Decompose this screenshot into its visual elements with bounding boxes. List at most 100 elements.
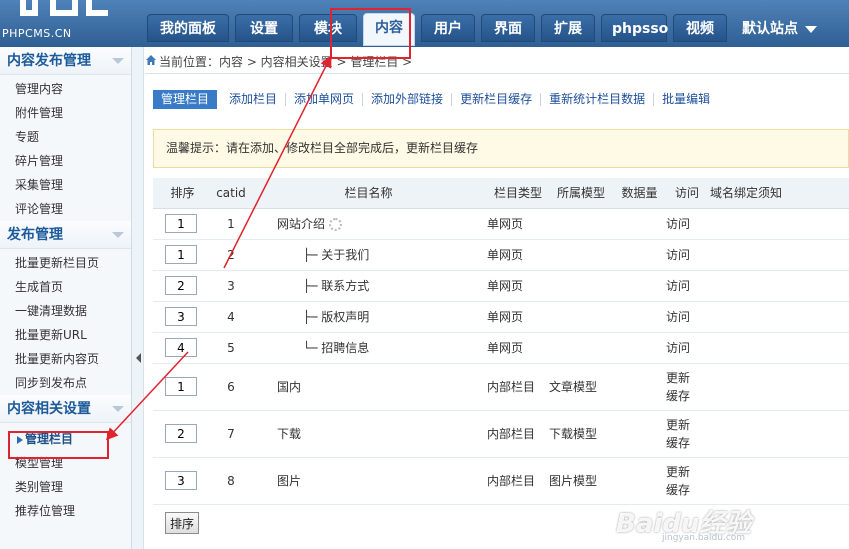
type-link[interactable]: 单网页 (487, 332, 549, 364)
category-name[interactable]: ├─ 版权声明 (250, 301, 487, 333)
tab-video[interactable]: 视频 (673, 14, 727, 42)
type-cell: 内部栏目 (487, 457, 549, 505)
table-row: 3 ├─ 联系方式 单网页 访问 (153, 270, 849, 302)
visit-link[interactable]: 访问 (666, 301, 708, 333)
type-link[interactable]: 单网页 (487, 301, 549, 333)
subnav-update-cache[interactable]: 更新栏目缓存 (452, 93, 542, 106)
sidebar-item-fragments[interactable]: 碎片管理 (0, 149, 131, 173)
order-input[interactable] (165, 214, 197, 233)
site-switcher[interactable]: 默认站点 (742, 18, 817, 38)
sidebar-item-attachments[interactable]: 附件管理 (0, 101, 131, 125)
subnav-manage-category[interactable]: 管理栏目 (153, 90, 218, 109)
logo-mark-icon (20, 0, 110, 24)
category-name[interactable]: 图片 (250, 457, 487, 505)
phpcms-logo[interactable]: PHPCMS.CN (0, 0, 140, 47)
sidebar-group-content-settings[interactable]: 内容相关设置 (0, 395, 131, 423)
table-row: 4 ├─ 版权声明 单网页 访问 (153, 301, 849, 333)
update-cache-link[interactable]: 更新 缓存 (666, 457, 708, 505)
subnav-add-page[interactable]: 添加单网页 (286, 93, 364, 106)
sidebar-item-comments[interactable]: 评论管理 (0, 197, 131, 221)
collapse-arrow-icon[interactable] (112, 58, 124, 64)
site-switcher-label: 默认站点 (742, 21, 798, 37)
sidebar-item-sync-publish[interactable]: 同步到发布点 (0, 371, 131, 395)
order-input[interactable] (165, 377, 197, 396)
catid-cell: 2 (212, 239, 250, 271)
model-cell (549, 332, 613, 364)
tab-users[interactable]: 用户 (421, 14, 475, 42)
domain-cell (708, 457, 849, 505)
model-cell (549, 270, 613, 302)
sidebar-item-batch-update-category[interactable]: 批量更新栏目页 (0, 251, 131, 275)
tab-interface[interactable]: 界面 (481, 14, 535, 42)
annotation-box-content-tab (330, 8, 411, 59)
category-name[interactable]: 下载 (250, 410, 487, 458)
tab-extensions[interactable]: 扩展 (541, 14, 595, 42)
model-cell: 图片模型 (549, 457, 613, 505)
sidebar-item-collection[interactable]: 采集管理 (0, 173, 131, 197)
collapse-arrow-icon[interactable] (112, 232, 124, 238)
sidebar-item-batch-update-content[interactable]: 批量更新内容页 (0, 347, 131, 371)
subnav-batch-edit[interactable]: 批量编辑 (654, 93, 718, 106)
catid-cell: 8 (212, 457, 250, 505)
category-name[interactable]: ├─ 联系方式 (250, 270, 487, 302)
update-cache-link[interactable]: 更新 缓存 (666, 410, 708, 458)
category-name[interactable]: 网站介绍 (277, 217, 325, 231)
order-input[interactable] (165, 424, 197, 443)
sidebar-item-topics[interactable]: 专题 (0, 125, 131, 149)
sidebar-group-publish[interactable]: 发布管理 (0, 221, 131, 249)
domain-cell (708, 410, 849, 458)
type-cell: 内部栏目 (487, 410, 549, 458)
subnav-add-category[interactable]: 添加栏目 (221, 93, 287, 106)
sidebar-toggle[interactable] (132, 47, 144, 549)
visit-link[interactable]: 访问 (666, 332, 708, 364)
type-link[interactable]: 单网页 (487, 208, 549, 240)
watermark-url: jingyan.baidu.com (662, 533, 746, 543)
gear-icon[interactable] (329, 218, 343, 231)
col-count: 数据量 (613, 178, 666, 209)
visit-link[interactable]: 访问 (666, 270, 708, 302)
sidebar-item-types[interactable]: 类别管理 (0, 475, 131, 499)
order-input[interactable] (165, 338, 197, 357)
model-cell: 下载模型 (549, 410, 613, 458)
domain-cell (708, 301, 849, 333)
sidebar-item-generate-home[interactable]: 生成首页 (0, 275, 131, 299)
visit-link[interactable]: 访问 (666, 239, 708, 271)
sidebar-item-manage-content[interactable]: 管理内容 (0, 77, 131, 101)
update-cache-line-1: 更新 (666, 417, 691, 432)
table-row: 2 ├─ 关于我们 单网页 访问 (153, 239, 849, 271)
breadcrumb: 当前位置：内容 > 内容相关设置 > 管理栏目 > (145, 47, 849, 74)
subnav-recount[interactable]: 重新统计栏目数据 (541, 93, 655, 106)
collapse-arrow-icon[interactable] (112, 406, 124, 412)
tab-phpsso[interactable]: phpsso (601, 14, 668, 42)
type-cell: 内部栏目 (487, 363, 549, 411)
tab-my-panel[interactable]: 我的面板 (147, 14, 229, 42)
update-cache-link[interactable]: 更新 缓存 (666, 363, 708, 411)
count-cell (613, 301, 666, 333)
tab-settings[interactable]: 设置 (235, 14, 293, 42)
sidebar-item-batch-update-url[interactable]: 批量更新URL (0, 323, 131, 347)
subnav-add-link[interactable]: 添加外部链接 (363, 93, 453, 106)
sidebar-group-content-publish[interactable]: 内容发布管理 (0, 47, 131, 75)
sidebar-group-title: 内容相关设置 (7, 401, 91, 417)
sidebar-item-clean-data[interactable]: 一键清理数据 (0, 299, 131, 323)
order-input[interactable] (165, 307, 197, 326)
sidebar-group-title: 内容发布管理 (7, 53, 91, 69)
table-row: 7 下载 内部栏目 下载模型 更新缓存 (153, 410, 849, 458)
sub-nav: 管理栏目 添加栏目 添加单网页 添加外部链接 更新栏目缓存 重新统计栏目数据 批… (153, 89, 718, 110)
type-link[interactable]: 单网页 (487, 270, 549, 302)
domain-cell (708, 270, 849, 302)
order-input[interactable] (165, 245, 197, 264)
col-name: 栏目名称 (250, 178, 487, 209)
category-table: 排序 catid 栏目名称 栏目类型 所属模型 数据量 访问 域名绑定须知 1 … (153, 178, 849, 505)
order-input[interactable] (165, 471, 197, 490)
sort-button[interactable]: 排序 (165, 512, 200, 534)
count-cell (613, 208, 666, 240)
category-name[interactable]: ├─ 关于我们 (250, 239, 487, 271)
category-name[interactable]: └─ 招聘信息 (250, 332, 487, 364)
visit-link[interactable]: 访问 (666, 208, 708, 240)
category-name[interactable]: 国内 (250, 363, 487, 411)
order-input[interactable] (165, 276, 197, 295)
sidebar-item-positions[interactable]: 推荐位管理 (0, 499, 131, 523)
type-link[interactable]: 单网页 (487, 239, 549, 271)
model-cell (549, 239, 613, 271)
